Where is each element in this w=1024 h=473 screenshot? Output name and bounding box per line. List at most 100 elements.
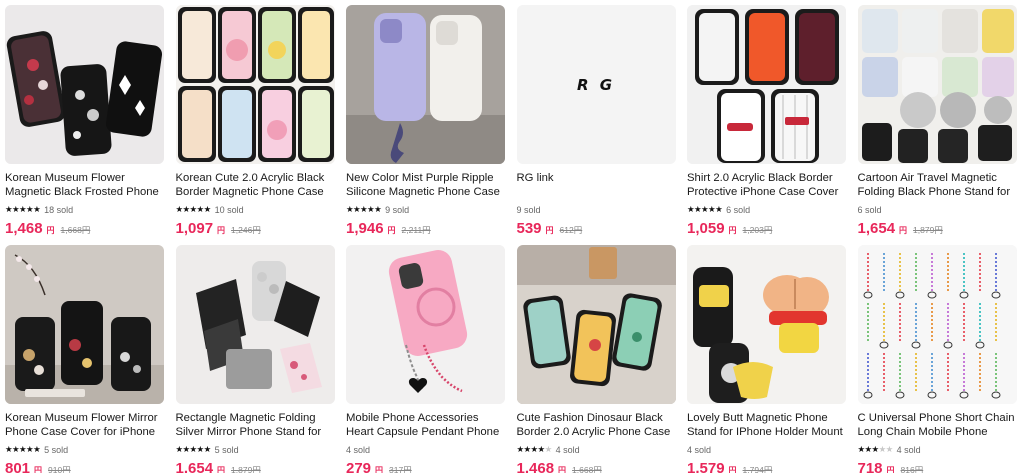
price: 1,468: [516, 460, 555, 473]
currency: 円: [46, 226, 55, 235]
price: 1,946: [346, 220, 384, 237]
product-image[interactable]: [5, 245, 164, 404]
original-price: 1,668円: [572, 465, 602, 473]
product-card[interactable]: Korean Museum Flower Mirror Phone Case C…: [5, 245, 164, 473]
sold-count: 4 sold: [555, 444, 580, 455]
currency: 円: [728, 466, 737, 473]
original-price: 317円: [389, 465, 412, 473]
product-meta: ★★★★★ 4 sold: [858, 443, 1017, 456]
product-image[interactable]: R G: [516, 5, 676, 164]
product-title[interactable]: New Color Mist Purple Ripple Silicone Ma…: [346, 171, 505, 199]
product-title[interactable]: RG link: [517, 171, 676, 199]
product-title[interactable]: Shirt 2.0 Acrylic Black Border Protectiv…: [687, 171, 846, 199]
rating-stars: ★★★★★: [5, 444, 41, 454]
price: 279: [346, 460, 372, 473]
rating-stars: ★★★★★: [687, 204, 723, 214]
original-price: 1,794円: [742, 465, 773, 473]
sold-count: 6 sold: [726, 204, 751, 215]
original-price: 1,668円: [60, 225, 91, 235]
price: 539: [516, 220, 542, 237]
original-price: 612円: [559, 225, 583, 235]
currency: 円: [34, 466, 43, 473]
product-meta: ★★★★★ 6 sold: [687, 203, 846, 216]
sold-count: 5 sold: [44, 444, 69, 455]
product-meta: ★★★★★ 4 sold: [517, 443, 676, 456]
product-card[interactable]: C Universal Phone Short Chain Long Chain…: [857, 245, 1017, 473]
product-image[interactable]: [516, 245, 676, 404]
product-image[interactable]: [857, 5, 1017, 164]
currency: 円: [217, 466, 226, 473]
product-meta: 6 sold: [858, 203, 1017, 216]
price-row: 1,059 円 1,203円: [687, 220, 846, 237]
product-title[interactable]: Korean Museum Flower Mirror Phone Case C…: [5, 411, 164, 439]
product-card[interactable]: New Color Mist Purple Ripple Silicone Ma…: [346, 5, 505, 237]
product-meta: ★★★★★ 10 sold: [176, 203, 335, 216]
product-meta: ★★★★★ 5 sold: [176, 443, 335, 456]
image-logo-text: R G: [576, 75, 616, 94]
original-price: 1,879円: [231, 465, 261, 473]
currency: 円: [387, 226, 396, 235]
price-row: 1,097 円 1,246円: [176, 220, 335, 237]
price-row: 1,946 円 2,211円: [346, 220, 505, 237]
product-card[interactable]: Rectangle Magnetic Folding Silver Mirror…: [175, 245, 335, 473]
price-row: 539 円 612円: [517, 220, 676, 237]
price-row: 1,654 円 1,879円: [176, 460, 335, 473]
product-meta: 9 sold: [517, 203, 676, 216]
original-price: 1,246円: [231, 225, 261, 235]
price-row: 1,579 円 1,794円: [687, 460, 846, 473]
original-price: 816円: [900, 465, 924, 473]
price-row: 801 円 910円: [5, 460, 164, 473]
price: 1,059: [687, 220, 725, 237]
product-image[interactable]: [687, 245, 846, 404]
product-title[interactable]: Cute Fashion Dinosaur Black Border 2.0 A…: [517, 411, 676, 439]
product-card[interactable]: Korean Cute 2.0 Acrylic Black Border Mag…: [175, 5, 335, 237]
product-title[interactable]: Korean Cute 2.0 Acrylic Black Border Mag…: [176, 171, 335, 199]
currency: 円: [886, 466, 895, 473]
currency: 円: [899, 226, 908, 235]
original-price: 910円: [48, 465, 71, 473]
product-card[interactable]: Cute Fashion Dinosaur Black Border 2.0 A…: [516, 245, 676, 473]
currency: 円: [545, 226, 554, 235]
sold-count: 4 sold: [687, 444, 712, 455]
currency: 円: [375, 466, 384, 473]
product-title[interactable]: Rectangle Magnetic Folding Silver Mirror…: [176, 411, 335, 439]
price: 1,097: [175, 220, 214, 237]
sold-count: 5 sold: [214, 444, 239, 455]
price-row: 1,654 円 1,879円: [858, 220, 1017, 237]
product-meta: 4 sold: [346, 443, 505, 456]
price: 718: [857, 460, 883, 473]
product-meta: ★★★★★ 18 sold: [5, 203, 164, 216]
product-meta: 4 sold: [687, 443, 846, 456]
product-image[interactable]: [346, 245, 505, 404]
currency: 円: [728, 226, 737, 235]
product-card[interactable]: Cartoon Air Travel Magnetic Folding Blac…: [857, 5, 1017, 237]
rating-stars: ★★★★★: [175, 444, 212, 454]
product-image[interactable]: [175, 245, 335, 404]
product-image[interactable]: [5, 5, 164, 164]
rating-stars: ★★★★★: [346, 204, 382, 214]
currency: 円: [217, 226, 226, 235]
rating-stars: ★★★★★: [516, 444, 553, 454]
price: 1,654: [857, 220, 896, 237]
price-row: 279 円 317円: [346, 460, 505, 473]
product-image[interactable]: [687, 5, 846, 164]
sold-count: 6 sold: [857, 204, 882, 215]
product-image[interactable]: [857, 245, 1017, 404]
product-image[interactable]: [346, 5, 505, 164]
rating-stars: ★★★★★: [857, 444, 894, 454]
product-card[interactable]: R G RG link 9 sold 539 円 612円: [516, 5, 676, 237]
product-meta: ★★★★★ 9 sold: [346, 203, 505, 216]
product-card[interactable]: Lovely Butt Magnetic Phone Stand for IPh…: [687, 245, 846, 473]
product-card[interactable]: Shirt 2.0 Acrylic Black Border Protectiv…: [687, 5, 846, 237]
product-title[interactable]: Lovely Butt Magnetic Phone Stand for IPh…: [687, 411, 846, 439]
product-title[interactable]: Cartoon Air Travel Magnetic Folding Blac…: [858, 171, 1017, 199]
product-title[interactable]: C Universal Phone Short Chain Long Chain…: [858, 411, 1017, 439]
product-title[interactable]: Korean Museum Flower Magnetic Black Fros…: [5, 171, 164, 199]
product-card[interactable]: Korean Museum Flower Magnetic Black Fros…: [5, 5, 164, 237]
price: 801: [5, 460, 31, 473]
product-title[interactable]: Mobile Phone Accessories Heart Capsule P…: [346, 411, 505, 439]
product-card[interactable]: Mobile Phone Accessories Heart Capsule P…: [346, 245, 505, 473]
original-price: 2,211円: [401, 225, 431, 235]
product-meta: ★★★★★ 5 sold: [5, 443, 164, 456]
product-image[interactable]: [175, 5, 335, 164]
